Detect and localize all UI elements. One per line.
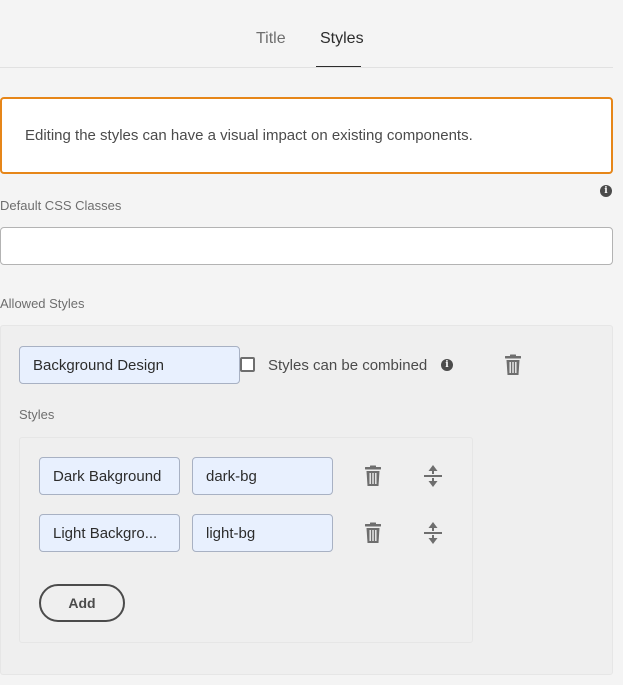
style-group-name-input[interactable] — [19, 346, 240, 384]
info-icon[interactable]: i — [600, 185, 612, 197]
tab-title[interactable]: Title — [256, 30, 286, 48]
default-css-label: Default CSS Classes — [0, 198, 122, 213]
trash-icon[interactable] — [361, 464, 385, 488]
style-name-input[interactable] — [39, 514, 180, 552]
add-style-button[interactable]: Add — [39, 584, 125, 622]
drag-handle-icon[interactable] — [421, 464, 445, 488]
allowed-styles-label: Allowed Styles — [0, 296, 85, 311]
combine-styles-checkbox[interactable] — [240, 357, 255, 372]
combine-styles-label: Styles can be combined — [268, 357, 428, 374]
default-css-input[interactable] — [0, 227, 613, 265]
trash-icon[interactable] — [361, 521, 385, 545]
warning-alert: Editing the styles can have a visual imp… — [0, 97, 613, 174]
tabs-divider — [0, 67, 613, 68]
tab-styles[interactable]: Styles — [320, 30, 364, 48]
style-class-input[interactable] — [192, 457, 333, 495]
delete-group-trash-icon[interactable] — [501, 353, 525, 377]
drag-handle-icon[interactable] — [421, 521, 445, 545]
alert-message: Editing the styles can have a visual imp… — [25, 127, 473, 144]
info-icon[interactable]: i — [441, 359, 453, 371]
style-name-input[interactable] — [39, 457, 180, 495]
styles-label: Styles — [19, 407, 55, 422]
style-class-input[interactable] — [192, 514, 333, 552]
